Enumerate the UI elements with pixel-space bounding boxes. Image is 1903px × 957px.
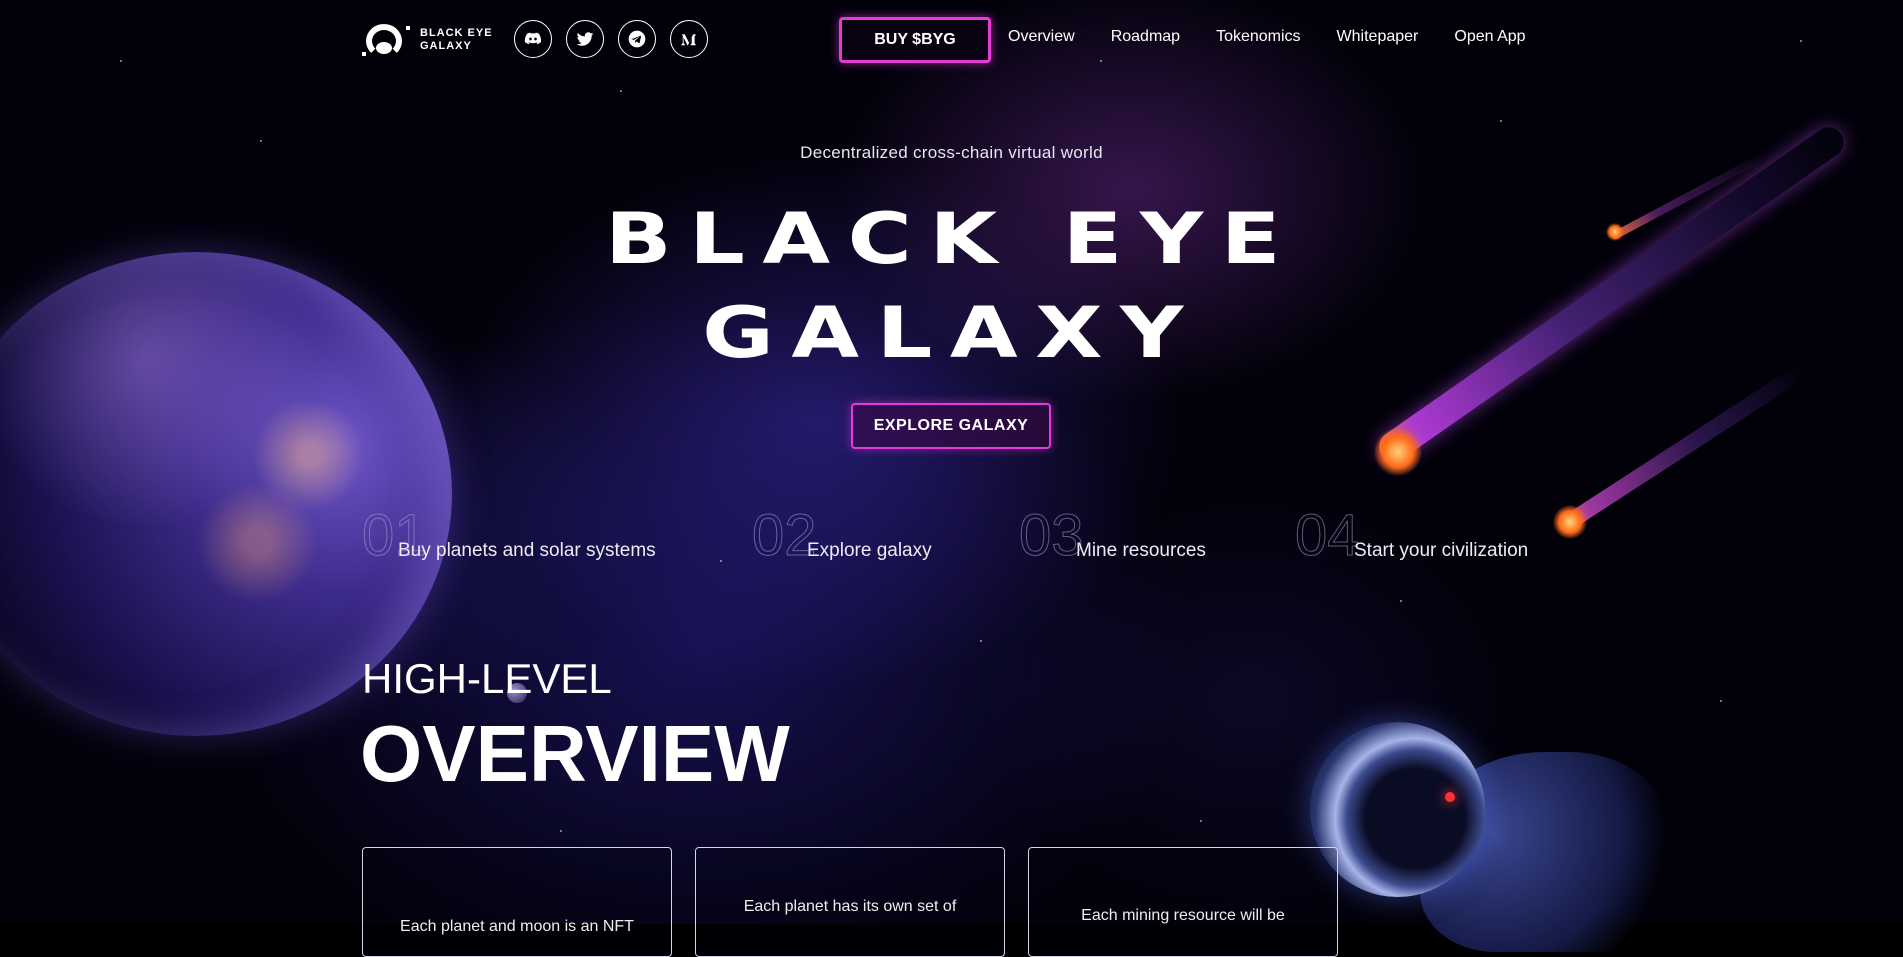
card-text: Each mining resource will be xyxy=(1081,907,1285,924)
social-links xyxy=(514,20,708,58)
step-number: 04 xyxy=(1295,503,1361,569)
explore-galaxy-button[interactable]: EXPLORE GALAXY xyxy=(851,403,1051,449)
nav-item-open-app[interactable]: Open App xyxy=(1454,28,1525,46)
steps-row: 01 Buy planets and solar systems 02 Expl… xyxy=(0,502,1903,572)
brand-name: BLACK EYE GALAXY xyxy=(420,27,493,52)
discord-icon xyxy=(524,32,542,45)
eye-logo-icon xyxy=(362,22,412,58)
medium-link[interactable] xyxy=(670,20,708,58)
hero-title-line2: GALAXY xyxy=(702,292,1201,374)
main-nav: Overview Roadmap Tokenomics Whitepaper O… xyxy=(1008,28,1526,46)
discord-link[interactable] xyxy=(514,20,552,58)
nav-item-whitepaper[interactable]: Whitepaper xyxy=(1337,28,1419,46)
card-text: Each planet and moon is an NFT xyxy=(400,918,634,935)
overview-card: Each planet has its own set of xyxy=(695,847,1005,957)
twitter-link[interactable] xyxy=(566,20,604,58)
meteor-glow xyxy=(1374,428,1422,476)
nav-item-overview[interactable]: Overview xyxy=(1008,28,1075,46)
hero-title-line1: BLACK EYE xyxy=(604,198,1299,280)
telegram-link[interactable] xyxy=(618,20,656,58)
overview-card: Each planet and moon is an NFT xyxy=(362,847,672,957)
brand-logo[interactable]: BLACK EYE GALAXY xyxy=(362,22,493,58)
card-text: Each planet has its own set of xyxy=(743,898,957,915)
overview-card: Each mining resource will be xyxy=(1028,847,1338,957)
buy-token-button[interactable]: BUY $BYG xyxy=(839,17,991,63)
overview-title: OVERVIEW xyxy=(360,709,790,798)
nav-item-tokenomics[interactable]: Tokenomics xyxy=(1216,28,1300,46)
nav-item-roadmap[interactable]: Roadmap xyxy=(1111,28,1180,46)
site-header: BLACK EYE GALAXY BUY $BYG Overview Roadm… xyxy=(0,0,1903,80)
step-label: Explore galaxy xyxy=(807,540,932,561)
medium-icon xyxy=(681,34,696,46)
telegram-icon xyxy=(628,30,646,48)
step-label: Start your civilization xyxy=(1354,540,1529,561)
hero-tagline: Decentralized cross-chain virtual world xyxy=(800,143,1103,162)
step-label: Mine resources xyxy=(1076,540,1206,561)
step-label: Buy planets and solar systems xyxy=(398,540,656,561)
overview-subtitle: HIGH-LEVEL xyxy=(362,655,612,702)
step-number: 03 xyxy=(1019,503,1085,569)
twitter-icon xyxy=(576,32,594,46)
